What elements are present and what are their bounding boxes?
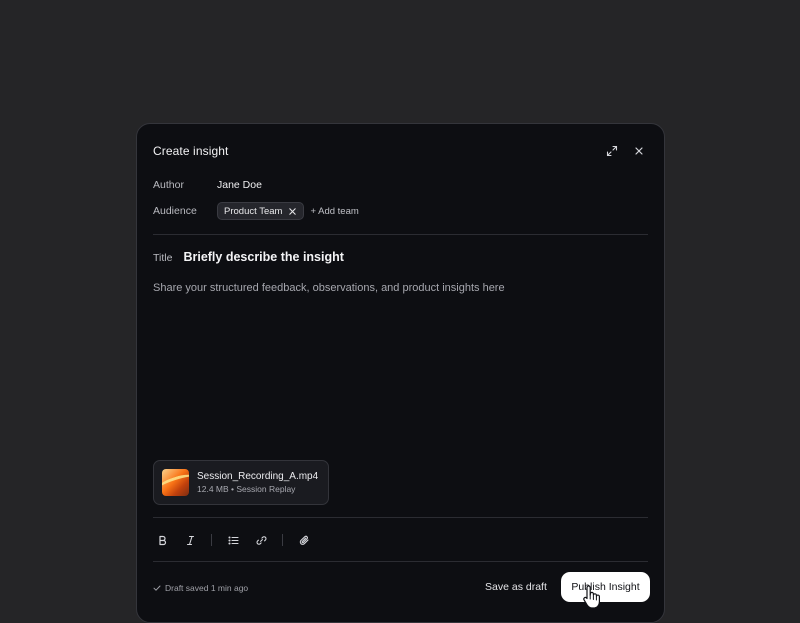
bold-icon[interactable] [155, 533, 169, 547]
header-divider [153, 234, 648, 235]
author-value: Jane Doe [217, 179, 262, 191]
attachment-info: Session_Recording_A.mp4 12.4 MB • Sessio… [197, 471, 318, 494]
author-row: Author Jane Doe [153, 178, 262, 192]
body-textarea[interactable]: Share your structured feedback, observat… [153, 282, 643, 294]
footer-divider [153, 561, 648, 562]
audience-label: Audience [153, 205, 197, 217]
format-toolbar [155, 533, 311, 547]
paperclip-icon[interactable] [297, 533, 311, 547]
author-label: Author [153, 179, 184, 191]
link-icon[interactable] [254, 533, 268, 547]
video-thumbnail [162, 469, 189, 496]
attachment-card[interactable]: Session_Recording_A.mp4 12.4 MB • Sessio… [153, 460, 329, 505]
toolbar-separator [211, 534, 212, 546]
audience-chip-label: Product Team [224, 205, 283, 217]
check-icon [153, 585, 161, 591]
add-team-button[interactable]: + Add team [310, 206, 358, 217]
toolbar-separator [282, 534, 283, 546]
publish-insight-button[interactable]: Publish Insight [561, 572, 650, 602]
title-row: Title Briefly describe the insight [153, 250, 344, 264]
italic-icon[interactable] [183, 533, 197, 547]
title-input[interactable]: Briefly describe the insight [183, 250, 343, 264]
remove-chip-icon[interactable] [288, 207, 297, 216]
expand-icon[interactable] [604, 144, 619, 159]
audience-chip[interactable]: Product Team [217, 202, 305, 220]
close-icon[interactable] [631, 144, 646, 159]
modal-header: Create insight [153, 143, 648, 159]
header-actions [604, 144, 646, 159]
attachment-meta: 12.4 MB • Session Replay [197, 484, 318, 494]
bulleted-list-icon[interactable] [226, 533, 240, 547]
draft-status-text: Draft saved 1 min ago [165, 583, 249, 593]
attachment-name: Session_Recording_A.mp4 [197, 471, 319, 482]
audience-row: Audience Product Team + Add team [153, 202, 359, 220]
create-insight-modal: Create insight Author Jane Doe Audience … [136, 123, 665, 623]
save-draft-button[interactable]: Save as draft [485, 581, 547, 593]
title-label: Title [153, 252, 173, 264]
toolbar-top-divider [153, 517, 648, 518]
draft-status: Draft saved 1 min ago [153, 583, 248, 593]
modal-title: Create insight [153, 144, 229, 158]
attachment-size: 12.4 MB [197, 484, 229, 494]
attachment-type: Session Replay [236, 484, 296, 494]
